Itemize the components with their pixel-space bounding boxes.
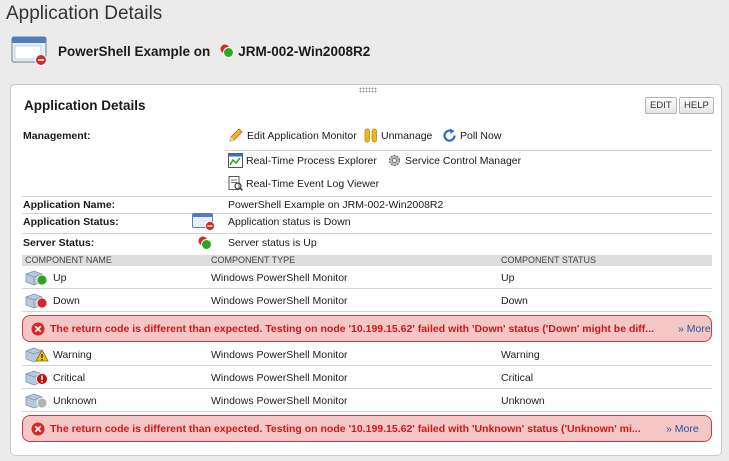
error-icon	[31, 422, 45, 436]
node-name-link[interactable]: JRM-002-Win2008R2	[238, 44, 370, 59]
application-down-icon	[11, 36, 47, 66]
component-name[interactable]: Warning	[25, 347, 92, 363]
divider	[22, 233, 712, 234]
edit-button[interactable]: EDIT	[645, 97, 677, 114]
event-log-action[interactable]: Real-Time Event Log Viewer	[228, 176, 379, 191]
app-header: PowerShell Example on JRM-002-Win2008R2	[11, 36, 370, 66]
component-critical-icon	[25, 370, 48, 386]
process-explorer-label: Real-Time Process Explorer	[246, 154, 377, 167]
component-down-icon	[25, 293, 48, 309]
server-status-value: Server status is Up	[228, 237, 317, 249]
component-unknown-icon	[25, 393, 48, 409]
page-title: Application Details	[6, 3, 163, 24]
component-name-label: Critical	[53, 372, 86, 384]
application-name-value: PowerShell Example on JRM-002-Win2008R2	[228, 199, 444, 211]
gear-icon	[389, 155, 400, 166]
component-status: Unknown	[501, 395, 545, 407]
help-button[interactable]: HELP	[679, 97, 714, 114]
app-name: PowerShell Example on	[58, 43, 211, 59]
server-up-icon	[198, 236, 212, 250]
more-link[interactable]: » More	[666, 423, 699, 435]
component-type: Windows PowerShell Monitor	[211, 395, 348, 407]
panel-title: Application Details	[24, 98, 146, 113]
component-name-label: Up	[53, 272, 67, 284]
component-status: Down	[501, 295, 528, 307]
column-header-status: COMPONENT STATUS	[501, 255, 597, 265]
component-name-label: Down	[53, 295, 80, 307]
component-status: Up	[501, 272, 515, 284]
error-message: The return code is different than expect…	[50, 423, 641, 435]
node-up-icon	[220, 44, 235, 58]
process-explorer-action[interactable]: Real-Time Process Explorer	[228, 153, 377, 168]
event-log-label: Real-Time Event Log Viewer	[246, 177, 380, 190]
component-name[interactable]: Critical	[25, 370, 85, 386]
refresh-icon	[443, 128, 456, 142]
error-message-bar: The return code is different than expect…	[22, 415, 712, 442]
component-type: Windows PowerShell Monitor	[211, 372, 348, 384]
application-status-value: Application status is Down	[228, 216, 351, 228]
edit-monitor-label: Edit Application Monitor	[247, 129, 357, 142]
component-name-label: Warning	[53, 349, 92, 361]
component-type: Windows PowerShell Monitor	[211, 349, 348, 361]
table-row[interactable]: Up Windows PowerShell Monitor Up	[22, 267, 712, 289]
error-message: The return code is different than expect…	[50, 323, 655, 335]
edit-monitor-action[interactable]: Edit Application Monitor	[228, 128, 357, 143]
pause-icon	[364, 128, 377, 143]
error-message-bar: The return code is different than expect…	[22, 315, 712, 342]
service-manager-label: Service Control Manager	[405, 154, 522, 167]
unmanage-action[interactable]: Unmanage	[364, 128, 432, 143]
more-link[interactable]: » More	[678, 323, 711, 335]
application-status-label: Application Status:	[23, 216, 119, 228]
component-type: Windows PowerShell Monitor	[211, 272, 348, 284]
poll-now-action[interactable]: Poll Now	[442, 128, 501, 143]
component-name[interactable]: Down	[25, 293, 80, 309]
drag-handle[interactable]	[359, 87, 377, 93]
table-row[interactable]: Critical Windows PowerShell Monitor Crit…	[22, 367, 712, 389]
component-warning-icon	[25, 347, 49, 363]
service-manager-action[interactable]: Service Control Manager	[387, 153, 521, 168]
application-down-icon	[192, 213, 215, 231]
column-header-name: COMPONENT NAME	[25, 255, 112, 265]
application-name-label: Application Name:	[23, 199, 116, 211]
error-icon	[31, 322, 45, 336]
management-label: Management:	[23, 130, 91, 142]
pencil-icon	[229, 128, 243, 142]
table-row[interactable]: Down Windows PowerShell Monitor Down	[22, 290, 712, 312]
component-name[interactable]: Unknown	[25, 393, 97, 409]
component-status: Warning	[501, 349, 540, 361]
application-details-panel: Application Details EDIT HELP Management…	[10, 84, 722, 456]
component-name-label: Unknown	[53, 395, 97, 407]
server-status-label: Server Status:	[23, 237, 95, 249]
components-table-header: COMPONENT NAME COMPONENT TYPE COMPONENT …	[22, 255, 712, 266]
component-status: Critical	[501, 372, 534, 384]
table-row[interactable]: Unknown Windows PowerShell Monitor Unkno…	[22, 390, 712, 412]
component-name[interactable]: Up	[25, 270, 66, 286]
component-type: Windows PowerShell Monitor	[211, 295, 348, 307]
process-explorer-icon	[228, 153, 243, 168]
divider	[225, 150, 712, 151]
event-log-icon	[228, 176, 243, 191]
column-header-type: COMPONENT TYPE	[211, 255, 296, 265]
unmanage-label: Unmanage	[381, 129, 433, 142]
poll-now-label: Poll Now	[460, 129, 502, 142]
component-up-icon	[25, 270, 48, 286]
divider	[22, 213, 712, 214]
divider	[22, 196, 712, 197]
table-row[interactable]: Warning Windows PowerShell Monitor Warni…	[22, 344, 712, 366]
